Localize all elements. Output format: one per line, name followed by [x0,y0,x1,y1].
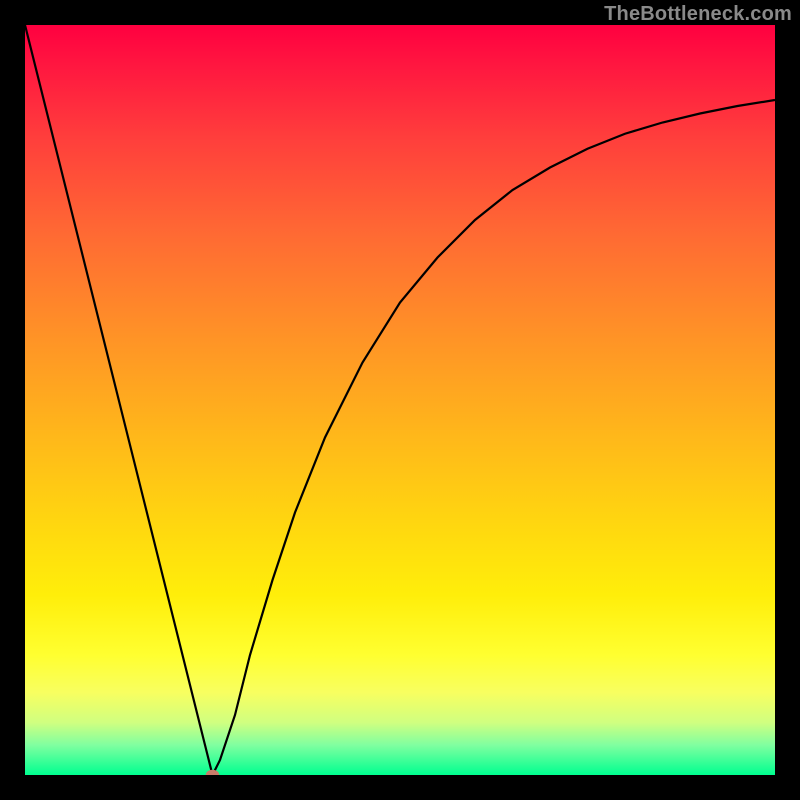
optimal-point-marker [206,770,220,775]
chart-frame: TheBottleneck.com [0,0,800,800]
plot-area [25,25,775,775]
curve-layer [25,25,775,775]
watermark-text: TheBottleneck.com [604,3,792,26]
bottleneck-curve [25,25,775,775]
